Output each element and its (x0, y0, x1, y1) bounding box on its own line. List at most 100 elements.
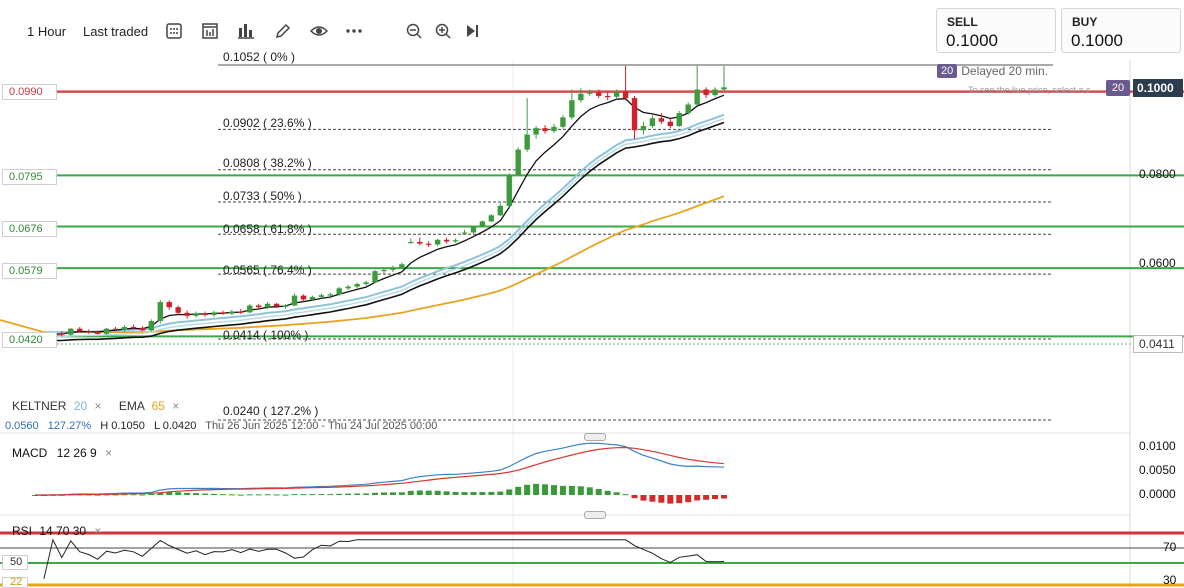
candle-body (640, 125, 647, 131)
date-range: Thu 26 Jun 2025 12:00 - Thu 24 Jul 2025 … (205, 420, 438, 432)
macd-histogram-bar (282, 494, 289, 496)
rsi-panel (0, 531, 1184, 587)
candle-body (551, 126, 557, 132)
macd-histogram-bar (255, 494, 262, 496)
candle-body (479, 221, 486, 227)
axis-tick: 0.0600 (1139, 256, 1176, 270)
fib-label: 0.0414 ( 100% ) (223, 328, 309, 342)
candle-body (327, 294, 333, 296)
candle-body (238, 311, 244, 313)
candle-body (604, 95, 611, 98)
price-delay-badge: 20 (1106, 80, 1130, 96)
macd-histogram-bar (398, 492, 405, 495)
candle-body (390, 267, 396, 270)
candle-body (184, 312, 190, 316)
level-label-support[interactable]: 0.0579 (2, 263, 57, 279)
macd-histogram-bar (703, 495, 710, 500)
macd-histogram-bar (658, 495, 665, 503)
candle-body (202, 313, 208, 315)
macd-histogram-bar (363, 493, 370, 495)
macd-histogram-bar (694, 495, 701, 501)
candle-body (515, 149, 521, 175)
rsi-params: 14 70 30 (39, 524, 87, 538)
candle-body (336, 288, 342, 295)
macd-signal-line (35, 446, 725, 496)
macd-histogram-bar (434, 490, 441, 495)
macd-histogram-bar (461, 492, 468, 495)
fib-label: 0.0565 ( 76.4% ) (223, 263, 312, 277)
macd-histogram-bar (407, 490, 414, 495)
remove-rsi-button[interactable]: × (94, 524, 101, 538)
macd-histogram-bar (130, 494, 137, 496)
macd-histogram-bar (595, 488, 602, 495)
macd-histogram-bar (175, 492, 182, 495)
axis-tick: 0.0800 (1139, 167, 1176, 181)
macd-histogram-bar (622, 494, 629, 496)
fib-label: 0.1052 ( 0% ) (223, 50, 296, 64)
keltner-label: KELTNER (12, 399, 67, 413)
candle-body (282, 305, 289, 307)
rsi-line (43, 538, 725, 579)
level-label-support[interactable]: 0.0795 (2, 169, 57, 185)
panel-resize-handle[interactable] (584, 511, 606, 519)
candle-body (497, 205, 503, 216)
rsi-level-label[interactable]: 22 (2, 577, 28, 588)
macd-histogram-bar (309, 494, 316, 496)
remove-ema-button[interactable]: × (172, 399, 179, 413)
candle-body (175, 307, 181, 313)
candle-body (94, 332, 101, 334)
remove-macd-button[interactable]: × (105, 446, 112, 460)
candle-body (59, 332, 65, 335)
rsi-level-label[interactable]: 50 (2, 555, 28, 570)
axis-tick-boxed: 0.0411 (1133, 335, 1183, 353)
candle-body (434, 239, 441, 245)
macd-histogram-bar (568, 485, 575, 495)
candle-body (229, 311, 235, 314)
macd-histogram-bar (721, 495, 727, 499)
change-value: 0.0560 (5, 420, 39, 432)
rsi-legend: RSI 14 70 30 × (12, 524, 101, 538)
macd-histogram-bar (479, 492, 486, 495)
macd-histogram-bar (542, 484, 549, 495)
level-label-resistance[interactable]: 0.0990 (2, 84, 57, 100)
candle-body (631, 98, 638, 131)
candle-body (488, 215, 495, 222)
candle-body (148, 320, 155, 331)
macd-histogram-bar (264, 494, 271, 496)
candle-body (649, 118, 656, 126)
candle-body (560, 117, 566, 127)
remove-keltner-button[interactable]: × (95, 399, 102, 413)
macd-histogram-bar (488, 491, 495, 495)
candle-body (408, 241, 414, 244)
macd-histogram-bar (497, 491, 504, 495)
level-label-support[interactable]: 0.0676 (2, 221, 57, 237)
macd-legend: MACD 12 26 9 × (12, 446, 112, 460)
candle-body (273, 303, 280, 307)
macd-line (34, 442, 725, 496)
candle-body (220, 312, 226, 314)
ema-label: EMA (118, 399, 145, 413)
fib-label: 0.0658 ( 61.8% ) (223, 222, 312, 236)
candle-body (667, 121, 674, 126)
candle-body (300, 295, 307, 300)
candle-body (676, 113, 682, 126)
level-label-support[interactable]: 0.0420 (2, 332, 57, 348)
price-stats: 0.0560 127.27% H 0.1050 L 0.0420 Thu 26 … (5, 420, 443, 432)
candle-body (256, 305, 262, 308)
macd-histogram-bar (372, 492, 379, 495)
candle-body (264, 303, 271, 308)
candle-body (166, 302, 172, 308)
macd-histogram-bar (327, 494, 334, 496)
ema-line (0, 195, 725, 334)
ema-line-path (0, 195, 725, 334)
candle-body (247, 305, 253, 313)
candle-body (506, 174, 512, 206)
macd-histogram-bar (202, 493, 209, 495)
macd-histogram-bar (228, 494, 235, 496)
candle-body (533, 128, 539, 135)
live-price-note[interactable]: To see the live price, select a c (968, 85, 1108, 95)
macd-axis-tick: 0.0000 (1139, 487, 1176, 501)
panel-resize-handle[interactable] (584, 433, 606, 441)
current-price-tag: 0.1000 (1133, 79, 1183, 97)
macd-histogram-bar (533, 483, 540, 495)
